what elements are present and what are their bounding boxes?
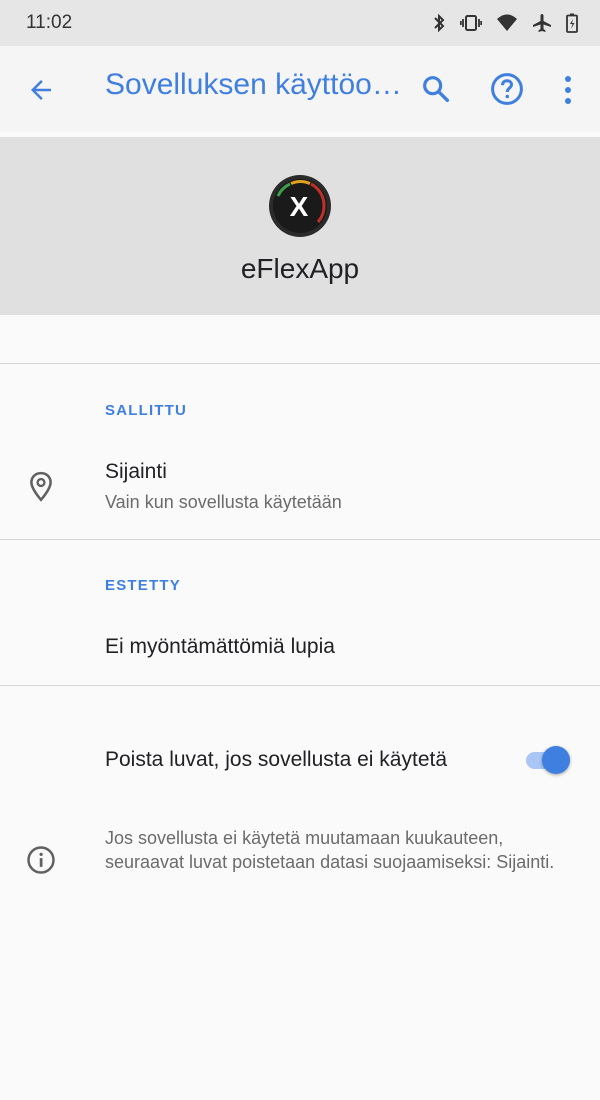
switch-thumb xyxy=(542,746,570,774)
app-logo-letter: X xyxy=(290,191,309,222)
divider xyxy=(0,685,600,686)
vibrate-icon xyxy=(460,15,482,31)
search-icon[interactable] xyxy=(420,73,452,105)
airplane-icon xyxy=(533,14,551,32)
auto-revoke-label: Poista luvat, jos sovellusta ei käytetä xyxy=(105,748,448,771)
permission-title: Sijainti xyxy=(105,460,167,483)
help-icon[interactable] xyxy=(489,71,525,107)
status-bar: 11:02 xyxy=(0,0,600,46)
more-vert-icon[interactable] xyxy=(558,74,578,106)
page-title: Sovelluksen käyttöo… xyxy=(105,68,402,101)
section-header-denied: ESTETTY xyxy=(105,577,181,594)
divider xyxy=(0,539,600,540)
permission-subtitle: Vain kun sovellusta käytetään xyxy=(105,492,342,512)
battery-icon xyxy=(566,13,578,33)
section-header-allowed: SALLITTU xyxy=(105,402,188,419)
bluetooth-icon xyxy=(434,13,445,33)
info-icon xyxy=(27,846,55,874)
divider xyxy=(0,363,600,364)
auto-revoke-switch[interactable] xyxy=(524,744,572,776)
app-header: X eFlexApp xyxy=(0,137,600,315)
app-bar: Sovelluksen käyttöo… xyxy=(0,46,600,132)
app-logo: X xyxy=(269,175,331,237)
wifi-icon xyxy=(497,14,517,31)
location-pin-icon xyxy=(30,471,52,502)
status-time: 11:02 xyxy=(26,12,73,33)
info-text: Jos sovellusta ei käytetä muutamaan kuuk… xyxy=(105,828,555,872)
status-icons xyxy=(432,13,578,33)
arrow-back-icon[interactable] xyxy=(26,75,56,105)
app-name: eFlexApp xyxy=(240,253,360,284)
denied-empty-text: Ei myöntämättömiä lupia xyxy=(105,635,335,658)
